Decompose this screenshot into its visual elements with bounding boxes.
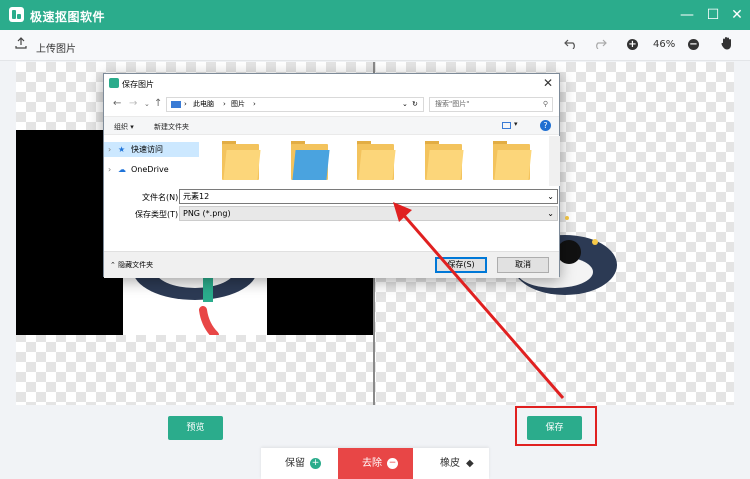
app-window: 极速抠图软件 — ☐ ✕ 上传图片 + 46% − 预览 保存 保留 + 去除 … — [0, 0, 750, 479]
annotation-arrow — [393, 202, 565, 399]
